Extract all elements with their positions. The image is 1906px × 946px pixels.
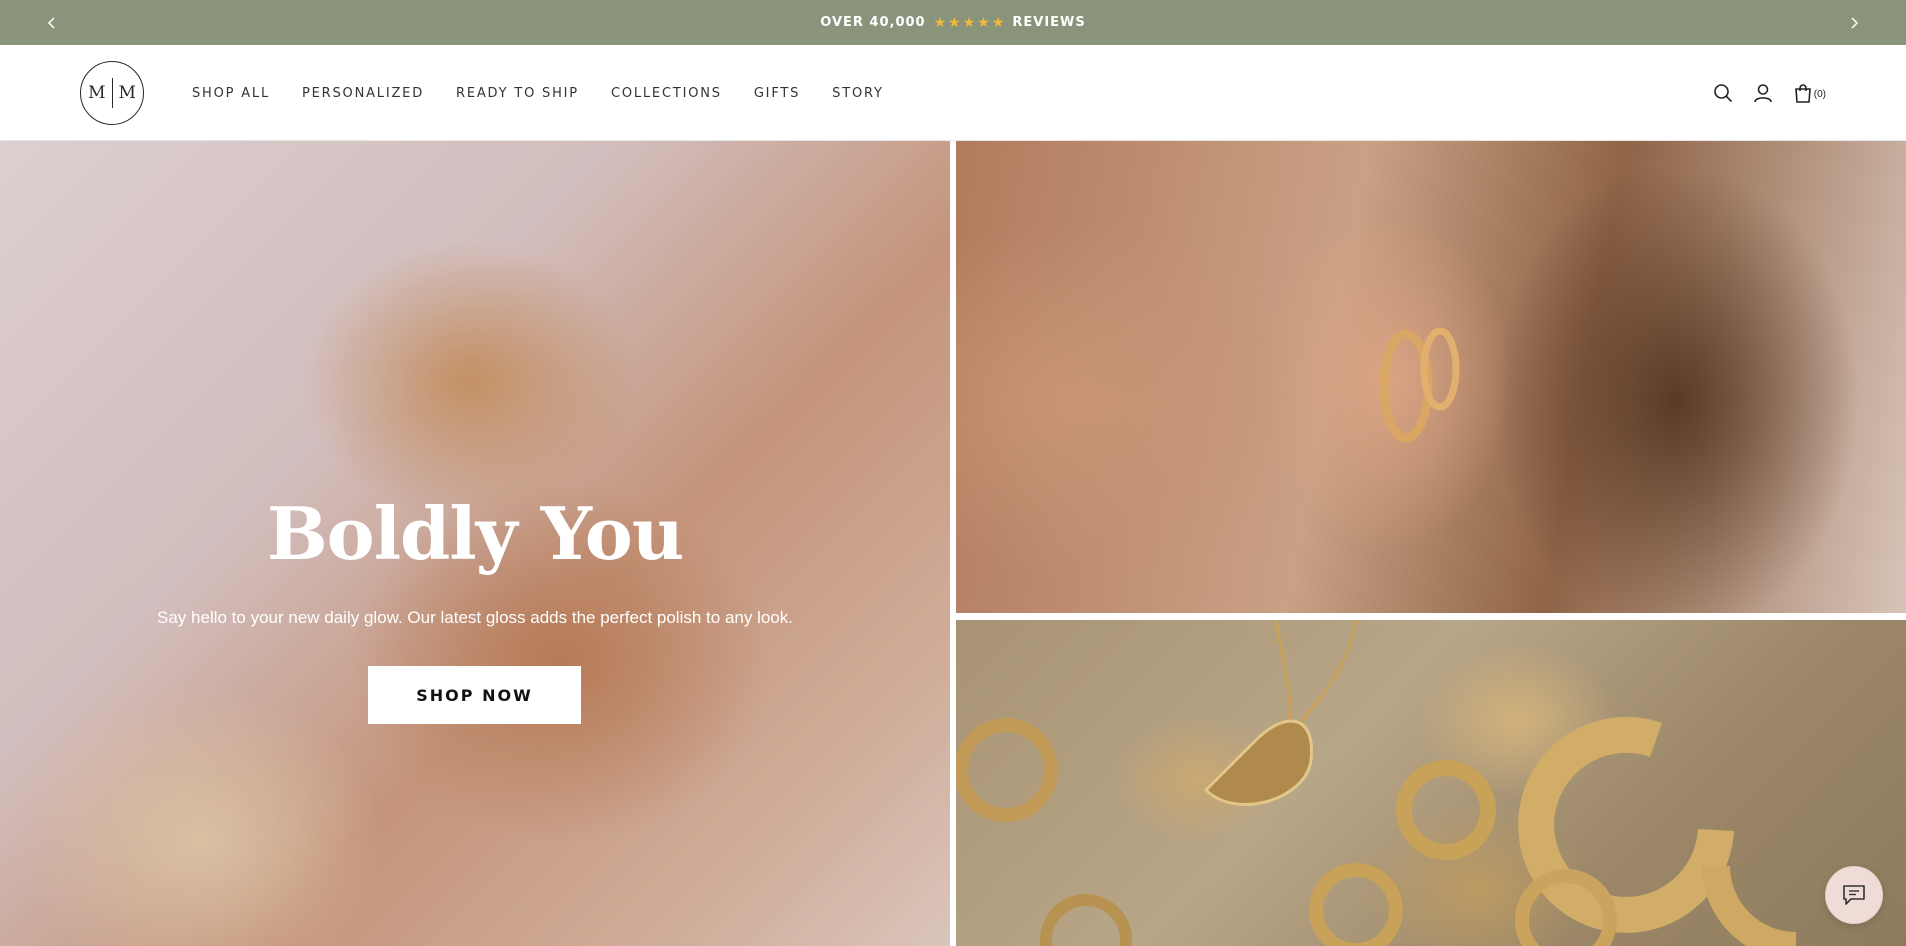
cart-button[interactable]: (0)	[1793, 83, 1826, 103]
search-icon	[1713, 84, 1732, 103]
chevron-right-icon	[1851, 16, 1859, 29]
nav-story[interactable]: STORY	[832, 86, 884, 101]
announcement-text: OVER 40,000	[820, 15, 926, 30]
nav-gifts[interactable]: GIFTS	[754, 86, 800, 101]
chat-icon	[1843, 885, 1865, 905]
logo-letter-right: M	[118, 83, 136, 103]
hero-title: Boldly You	[266, 491, 684, 576]
brand-logo[interactable]: M M	[80, 61, 144, 125]
nav-collections[interactable]: COLLECTIONS	[611, 86, 722, 101]
cart-icon	[1794, 84, 1811, 103]
header-actions: (0)	[1713, 45, 1826, 141]
hero-subtitle: Say hello to your new daily glow. Our la…	[157, 608, 793, 627]
chevron-left-icon	[47, 16, 55, 29]
jewelry-flatlay-image	[956, 620, 1906, 946]
announcement-text-after: REVIEWS	[1012, 15, 1086, 30]
cart-count: (0)	[1813, 88, 1826, 100]
announcement-next-button[interactable]	[1834, 0, 1874, 45]
gold-hoop-earrings-graphic	[1379, 327, 1460, 443]
shop-now-button[interactable]: SHOP NOW	[368, 666, 581, 724]
account-icon	[1753, 84, 1772, 103]
main-nav: SHOP ALL PERSONALIZED READY TO SHIP COLL…	[192, 45, 916, 141]
search-button[interactable]	[1713, 83, 1733, 103]
nav-shop-all[interactable]: SHOP ALL	[192, 86, 270, 101]
gold-jewelry-graphic	[956, 620, 1797, 946]
announcement-bar: OVER 40,000 ★★★★★ REVIEWS	[0, 0, 1906, 45]
earring-model-image	[956, 141, 1906, 613]
review-stars: ★★★★★	[933, 14, 1007, 31]
nav-personalized[interactable]: PERSONALIZED	[302, 86, 424, 101]
site-header: M M SHOP ALL PERSONALIZED READY TO SHIP …	[0, 45, 1906, 141]
announcement-prev-button[interactable]	[32, 0, 72, 45]
hero-gap	[956, 613, 1906, 620]
chat-button[interactable]	[1825, 866, 1883, 924]
account-button[interactable]	[1753, 83, 1773, 103]
nav-ready-to-ship[interactable]: READY TO SHIP	[456, 86, 579, 101]
logo-letter-left: M	[88, 83, 106, 103]
logo-divider	[111, 78, 113, 108]
hero-main-image: Boldly You Say hello to your new daily g…	[0, 141, 950, 946]
